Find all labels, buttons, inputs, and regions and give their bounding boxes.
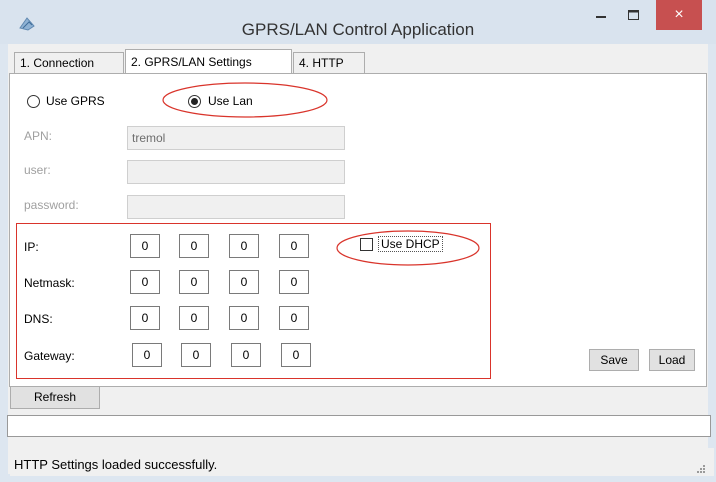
client-area: 1. Connection 2. GPRS/LAN Settings 4. HT… <box>8 44 708 474</box>
minimize-button[interactable] <box>588 4 614 34</box>
load-button[interactable]: Load <box>649 349 695 371</box>
ip-octet-2[interactable]: 0 <box>179 234 209 258</box>
netmask-octet-2[interactable]: 0 <box>179 270 209 294</box>
gateway-octet-2[interactable]: 0 <box>181 343 211 367</box>
ip-octet-4[interactable]: 0 <box>279 234 309 258</box>
apn-field[interactable]: tremol <box>127 126 345 150</box>
tab-http[interactable]: 4. HTTP <box>293 52 365 73</box>
gateway-octet-4[interactable]: 0 <box>281 343 311 367</box>
maximize-icon <box>628 10 639 20</box>
tab-strip: 1. Connection 2. GPRS/LAN Settings 4. HT… <box>8 49 708 74</box>
refresh-button[interactable]: Refresh <box>10 386 100 409</box>
log-output-field[interactable] <box>7 415 711 437</box>
user-field[interactable] <box>127 160 345 184</box>
minimize-icon <box>596 16 606 18</box>
resize-grip-icon[interactable] <box>692 462 706 474</box>
dns-octet-3[interactable]: 0 <box>229 306 259 330</box>
gateway-label: Gateway: <box>24 349 75 363</box>
app-window: GPRS/LAN Control Application × 1. Connec… <box>0 0 716 482</box>
ip-octet-3[interactable]: 0 <box>229 234 259 258</box>
use-lan-annotation-ellipse <box>162 82 328 118</box>
user-label: user: <box>24 163 51 177</box>
tab-connection[interactable]: 1. Connection <box>14 52 124 73</box>
apn-label: APN: <box>24 129 53 143</box>
tab-gprs-lan-settings[interactable]: 2. GPRS/LAN Settings <box>125 49 292 73</box>
ip-label: IP: <box>24 240 39 254</box>
netmask-octet-1[interactable]: 0 <box>130 270 160 294</box>
status-text: HTTP Settings loaded successfully. <box>14 457 218 472</box>
gateway-octet-3[interactable]: 0 <box>231 343 261 367</box>
settings-panel: Use GPRS Use Lan APN: tremol user: passw… <box>9 73 707 387</box>
netmask-octet-4[interactable]: 0 <box>279 270 309 294</box>
title-bar[interactable]: GPRS/LAN Control Application × <box>0 0 716 44</box>
netmask-octet-3[interactable]: 0 <box>229 270 259 294</box>
save-button[interactable]: Save <box>589 349 639 371</box>
netmask-label: Netmask: <box>24 276 75 290</box>
maximize-button[interactable] <box>620 4 646 34</box>
password-label: password: <box>24 198 79 212</box>
dns-octet-2[interactable]: 0 <box>179 306 209 330</box>
use-gprs-label: Use GPRS <box>46 94 105 108</box>
dns-label: DNS: <box>24 312 53 326</box>
dns-octet-4[interactable]: 0 <box>279 306 309 330</box>
use-dhcp-annotation-ellipse <box>336 230 480 266</box>
ip-octet-1[interactable]: 0 <box>130 234 160 258</box>
close-icon: × <box>674 6 684 23</box>
use-gprs-radio[interactable] <box>27 95 40 108</box>
dns-octet-1[interactable]: 0 <box>130 306 160 330</box>
gateway-octet-1[interactable]: 0 <box>132 343 162 367</box>
close-button[interactable]: × <box>656 0 702 30</box>
password-field[interactable] <box>127 195 345 219</box>
